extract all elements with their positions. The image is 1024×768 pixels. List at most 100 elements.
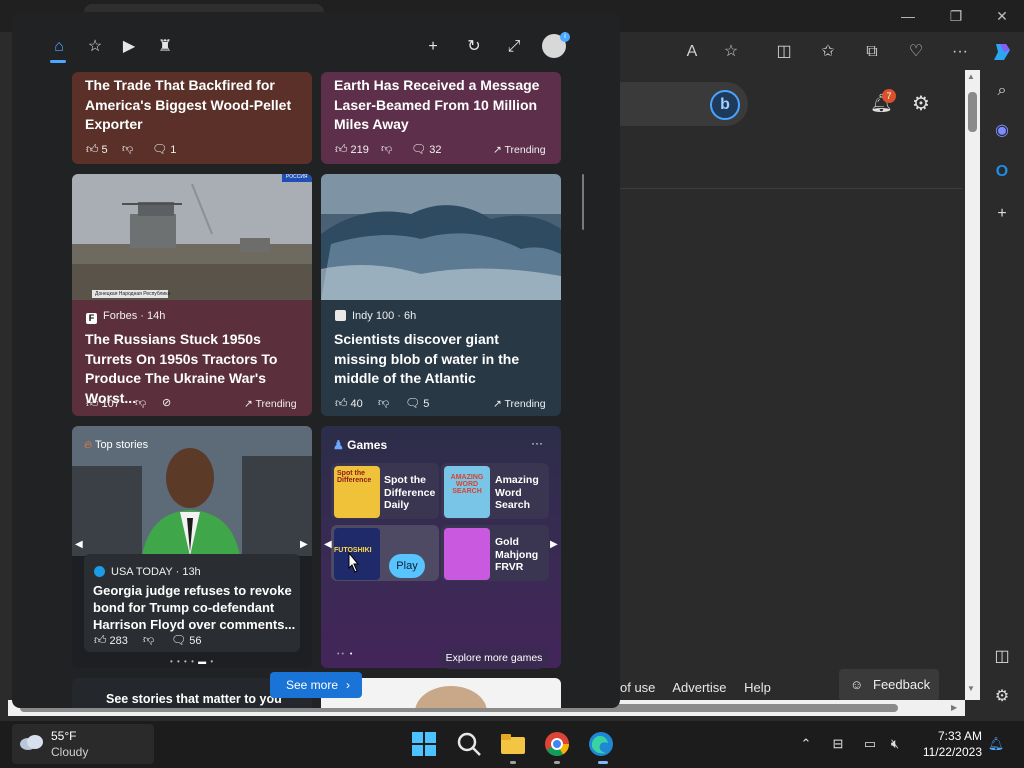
- like-count: 40: [350, 398, 363, 410]
- panel-scrollbar[interactable]: [582, 174, 584, 230]
- vertical-scrollbar[interactable]: [965, 70, 980, 700]
- dislike-icon[interactable]: 👎︎: [378, 396, 389, 410]
- chrome-icon[interactable]: [544, 731, 570, 757]
- promo-title: See stories that matter to you: [106, 692, 282, 706]
- comment-button[interactable]: 🗨︎ 56: [171, 633, 201, 647]
- sidebar-toggle-icon[interactable]: ◫: [991, 646, 1013, 668]
- feedback-icon: ☺: [850, 677, 864, 692]
- display-icon[interactable]: ▭: [861, 736, 879, 752]
- settings-gear-icon[interactable]: ⚙: [909, 92, 933, 116]
- sidebar-settings-icon[interactable]: ⚙: [991, 686, 1013, 708]
- notification-center-icon[interactable]: 🔔︎: [987, 736, 1005, 752]
- tray-overflow-chevron-icon[interactable]: ⌃: [797, 736, 815, 752]
- taskbar-search-icon[interactable]: [456, 731, 482, 757]
- copilot-icon[interactable]: [990, 40, 1014, 64]
- like-button[interactable]: 👍︎ 219: [335, 142, 369, 156]
- comment-button[interactable]: 🗨︎ 1: [152, 142, 176, 156]
- dislike-icon[interactable]: 👎︎: [381, 142, 392, 156]
- game-name: Gold Mahjong FRVR: [495, 536, 539, 573]
- windows-start-icon[interactable]: [411, 731, 437, 757]
- games-more-icon[interactable]: ···: [531, 436, 543, 450]
- add-sidebar-app-icon[interactable]: +: [991, 203, 1013, 225]
- expand-icon[interactable]: ⤢: [503, 36, 525, 58]
- favorite-star-icon[interactable]: ☆: [719, 40, 743, 64]
- news-card-wood-pellet[interactable]: The Trade That Backfired for America's B…: [72, 72, 312, 164]
- network-icon[interactable]: ⊟: [829, 736, 847, 752]
- home-icon[interactable]: ⌂: [48, 36, 70, 58]
- like-button[interactable]: 👍︎ 107: [86, 396, 120, 410]
- news-card-laser-message[interactable]: Earth Has Received a Message Laser-Beame…: [321, 72, 561, 164]
- split-screen-icon[interactable]: ◫: [772, 40, 796, 64]
- edge-icon[interactable]: [588, 731, 614, 757]
- vertical-scroll-thumb[interactable]: [968, 92, 977, 132]
- game-name: Amazing Word Search: [495, 474, 539, 511]
- carousel-next-icon[interactable]: ▶: [300, 539, 308, 550]
- browser-essentials-icon[interactable]: ♡: [904, 40, 928, 64]
- thumbs-up-icon: 👍︎: [335, 396, 348, 410]
- add-widget-icon[interactable]: +: [422, 36, 444, 58]
- restore-button[interactable]: ❐: [944, 6, 968, 26]
- comment-icon: 🗨︎: [411, 142, 427, 156]
- trending-icon: ↗: [493, 398, 505, 410]
- refresh-icon[interactable]: ↻: [463, 36, 485, 58]
- scroll-right-arrow-icon[interactable]: ▶: [951, 703, 957, 712]
- clock-time[interactable]: 7:33 AM: [930, 729, 982, 743]
- see-more-button[interactable]: See more ›: [270, 672, 362, 698]
- like-button[interactable]: 👍︎ 40: [335, 396, 363, 410]
- outlook-icon[interactable]: O: [991, 161, 1013, 183]
- games-prev-icon[interactable]: ◀: [324, 539, 332, 550]
- like-count: 283: [109, 635, 128, 647]
- mouse-cursor-icon: [348, 552, 360, 573]
- top-stories-card[interactable]: 🔥︎ Top stories ◀ ▶ USA TODAY · 13h Georg…: [72, 426, 312, 668]
- news-card-atlantic-water[interactable]: Indy 100 · 6h Scientists discover giant …: [321, 174, 561, 416]
- file-explorer-icon[interactable]: [500, 731, 526, 757]
- source-text: Indy 100 · 6h: [352, 310, 417, 322]
- favorites-icon[interactable]: ✩: [816, 40, 840, 64]
- game-name: Spot the Difference Daily: [384, 474, 436, 511]
- source-text: USA TODAY · 13h: [111, 566, 201, 578]
- search-icon[interactable]: ⌕: [991, 80, 1013, 102]
- play-button[interactable]: Play: [389, 554, 425, 578]
- close-button[interactable]: ✕: [990, 6, 1014, 26]
- scroll-down-arrow-icon[interactable]: ▼: [967, 684, 975, 693]
- comment-icon: 🗨︎: [171, 633, 187, 647]
- minimize-button[interactable]: —: [896, 6, 920, 26]
- games-header: ♟︎ Games: [333, 438, 387, 452]
- dislike-icon[interactable]: 👎︎: [143, 633, 154, 647]
- footer-link-advertise[interactable]: Advertise: [672, 680, 726, 695]
- thumbs-up-icon: 👍︎: [335, 142, 348, 156]
- read-aloud-icon[interactable]: A: [680, 40, 704, 64]
- explore-more-games-button[interactable]: Explore more games: [439, 647, 549, 669]
- news-card-russian-turrets[interactable]: РОССИЯ Донецкая Народная Республика F For…: [72, 174, 312, 416]
- dislike-icon[interactable]: 👎︎: [135, 396, 146, 410]
- like-button[interactable]: 👍︎ 5: [86, 142, 108, 156]
- clock-date[interactable]: 11/22/2023: [912, 745, 982, 759]
- footer-link-help[interactable]: Help: [744, 680, 771, 695]
- more-menu-icon[interactable]: ···: [948, 40, 972, 64]
- carousel-dots[interactable]: • • • • ▬ •: [170, 657, 214, 666]
- trending-label: ↗ Trending: [493, 398, 546, 410]
- video-icon[interactable]: ▶: [118, 36, 140, 58]
- following-star-icon[interactable]: ☆: [84, 36, 106, 58]
- chevron-right-icon: ›: [346, 678, 351, 692]
- games-carousel-dots[interactable]: •• •: [337, 651, 354, 658]
- carousel-prev-icon[interactable]: ◀: [75, 539, 83, 550]
- trending-text: Trending: [255, 398, 297, 410]
- copilot-sidebar-icon[interactable]: ◉: [991, 120, 1013, 142]
- footer-link-terms[interactable]: of use: [620, 680, 655, 695]
- bing-icon[interactable]: b: [710, 90, 740, 120]
- comment-button[interactable]: 🗨︎ 32: [411, 142, 441, 156]
- games-next-icon[interactable]: ▶: [550, 539, 558, 550]
- comment-button[interactable]: 🗨︎ 5: [405, 396, 429, 410]
- scroll-up-arrow-icon[interactable]: ▲: [967, 72, 975, 81]
- tractor-photo: [72, 174, 312, 300]
- collections-icon[interactable]: ⧉: [860, 40, 884, 64]
- see-more-label: See more: [286, 678, 339, 692]
- discover-icon[interactable]: ♜: [154, 36, 176, 58]
- comment-count: 56: [189, 635, 202, 647]
- volume-muted-icon[interactable]: 🔇︎: [886, 736, 904, 752]
- avatar-badge: i: [560, 32, 570, 42]
- source-label: USA TODAY · 13h: [94, 565, 201, 579]
- dislike-icon[interactable]: 👎︎: [122, 142, 133, 156]
- like-button[interactable]: 👍︎ 283: [94, 633, 128, 647]
